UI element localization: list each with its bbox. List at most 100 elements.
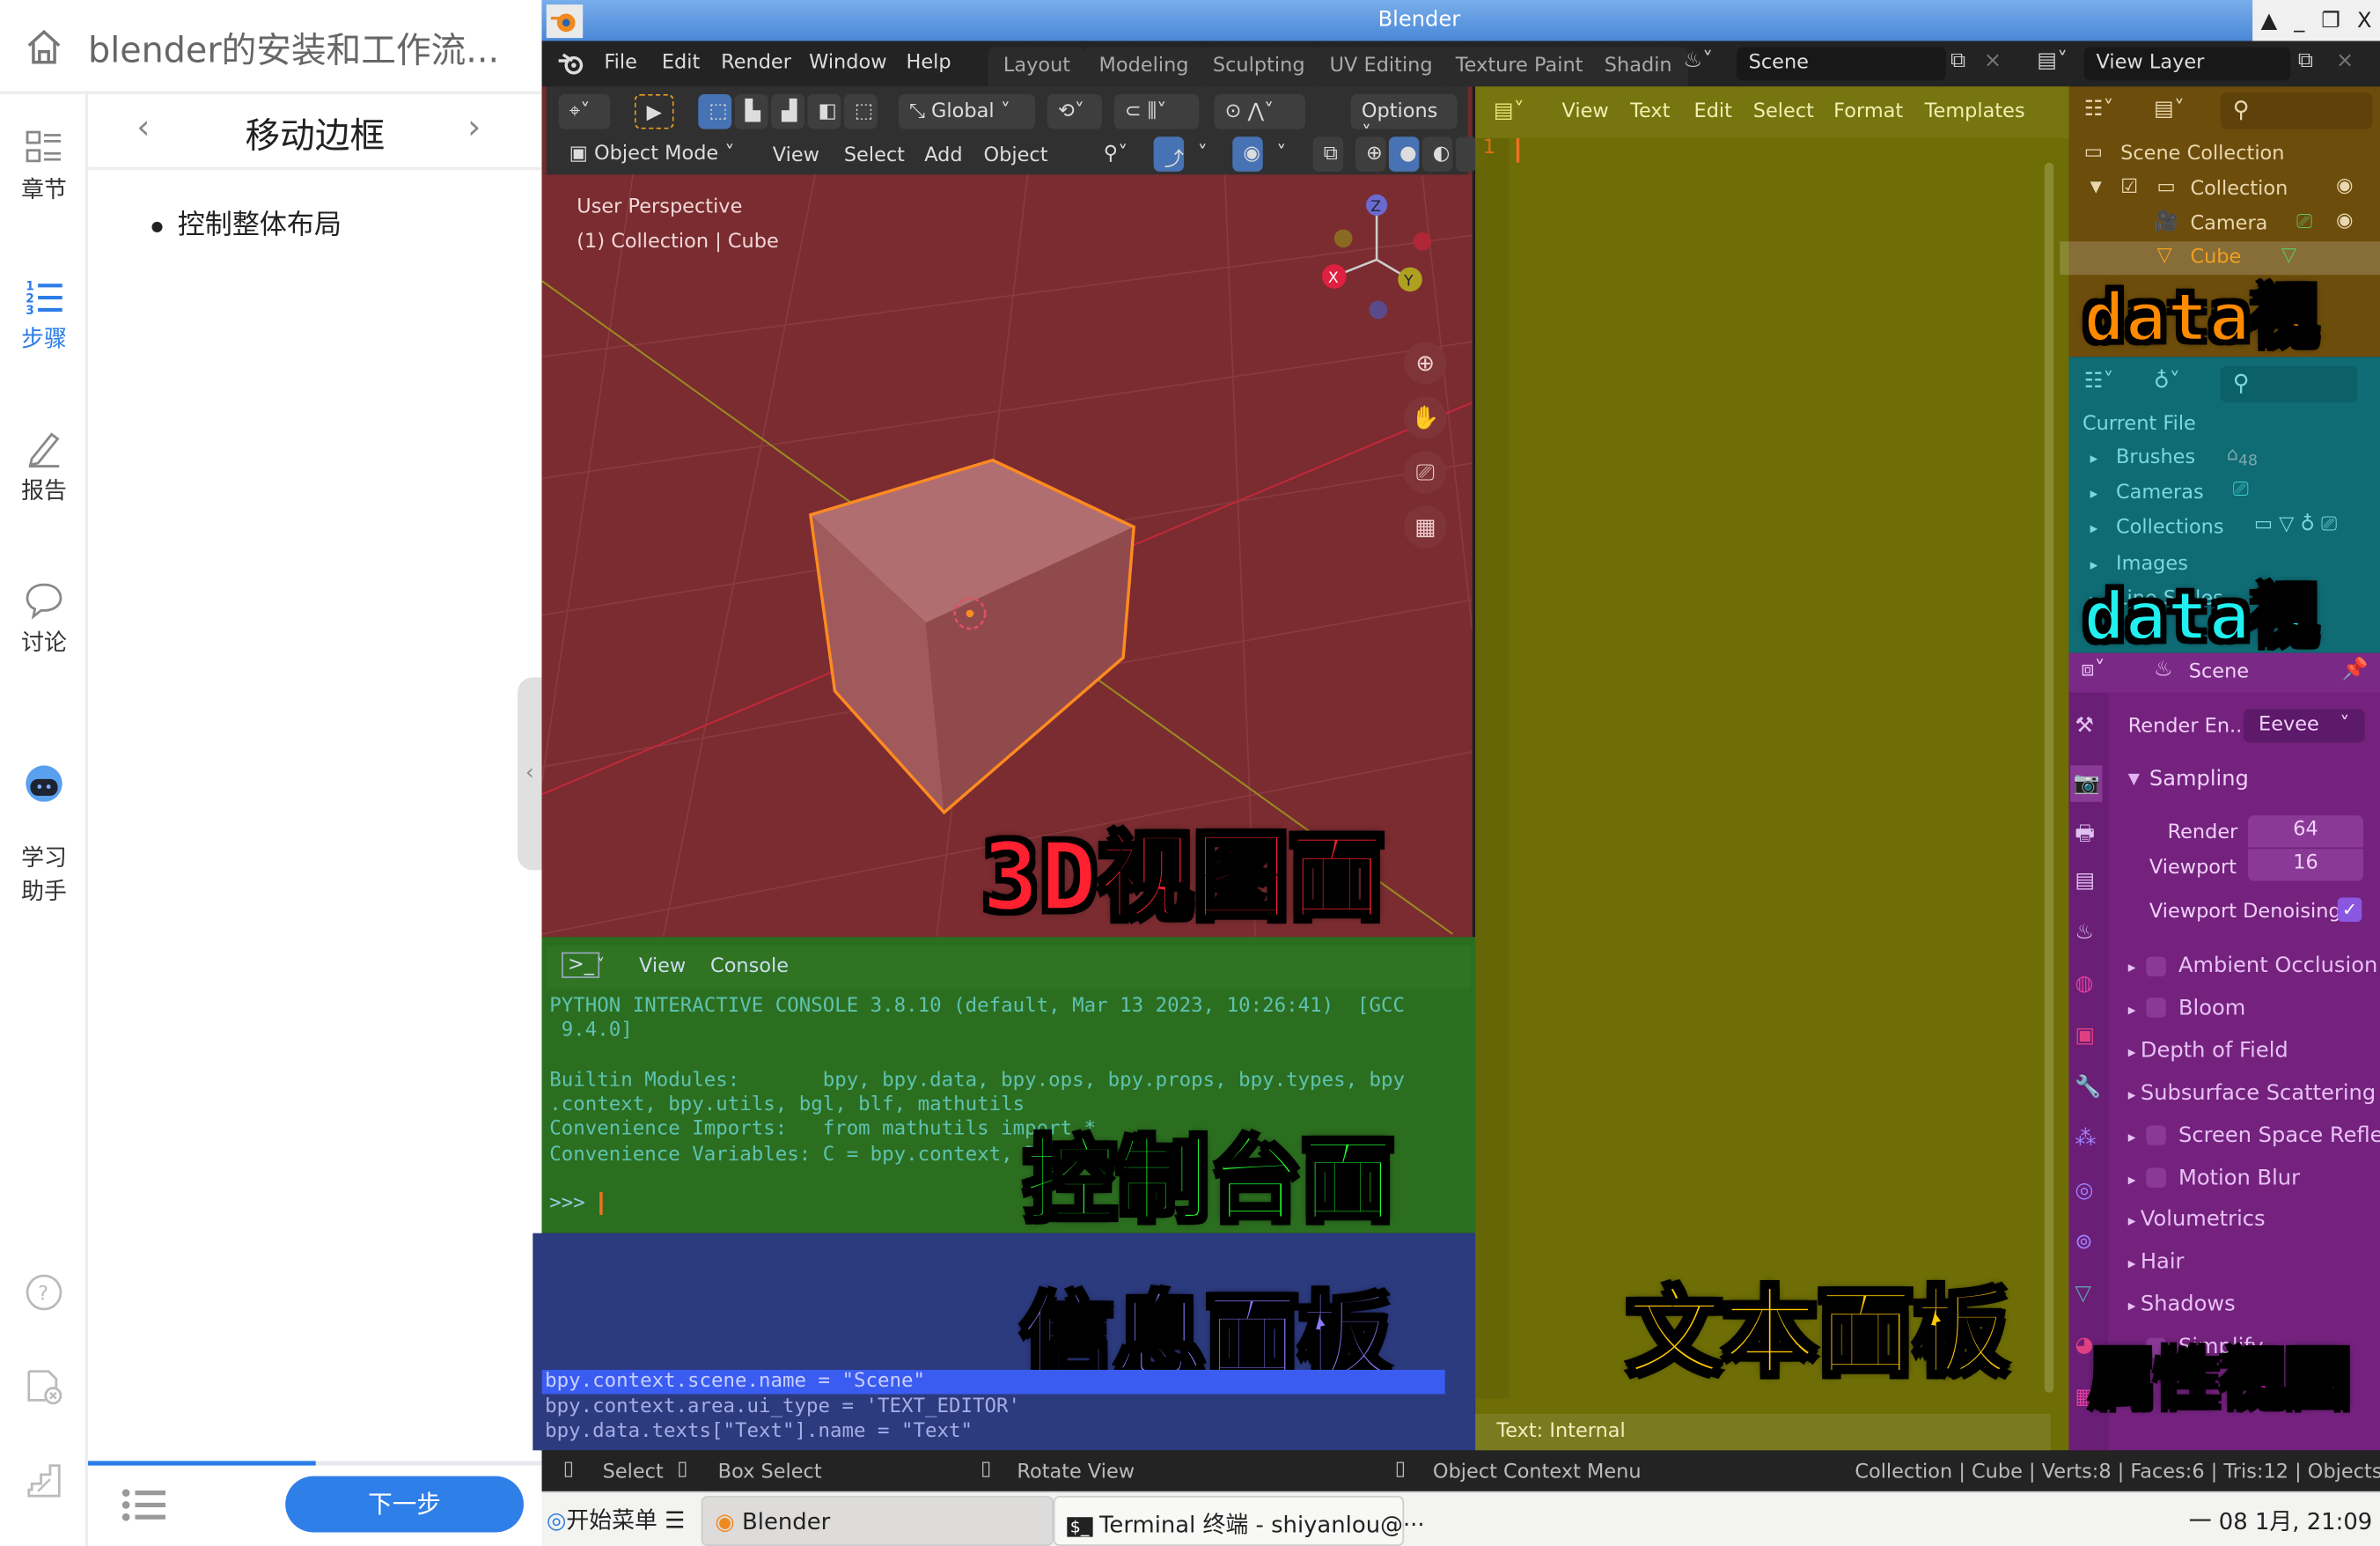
data-icon[interactable]: ▽	[2075, 1282, 2091, 1307]
text-editor[interactable]: ▤˅ View Text Edit Select Format Template…	[1475, 86, 2069, 1451]
pan-view-hand-icon[interactable]: ✋	[1404, 396, 1447, 439]
editor-type-button[interactable]: ⌖˅	[558, 93, 611, 129]
overlay-dropdown[interactable]: ˅	[1266, 136, 1290, 172]
menu-edit[interactable]: Edit	[662, 52, 700, 75]
render-icon[interactable]: 📷	[2070, 765, 2104, 802]
ortho-grid-icon[interactable]: ▦	[1404, 505, 1447, 548]
data-item[interactable]: ▸ Collections	[2090, 517, 2224, 540]
navigation-gizmo[interactable]: Z X Y	[1316, 193, 1437, 329]
object-icon[interactable]: ▣	[2075, 1024, 2095, 1049]
workspace-tab-texture-paint[interactable]: Texture Paint	[1440, 47, 1598, 87]
visibility-dropdown[interactable]: ⚲˅	[1092, 136, 1142, 172]
panel-expand-icon[interactable]: ▸	[2128, 1002, 2141, 1019]
help-icon[interactable]: ?	[25, 1273, 64, 1313]
gizmo-toggle[interactable]: ⤴	[1153, 136, 1184, 172]
new-view-layer-icon[interactable]: ⧉	[2298, 48, 2313, 73]
physics-icon[interactable]: ◎	[2075, 1179, 2093, 1204]
samples-render-field[interactable]: 64	[2247, 815, 2364, 848]
delete-scene-icon[interactable]: ×	[1984, 48, 2002, 73]
console-menu-console[interactable]: Console	[710, 955, 789, 978]
view-layer-icon[interactable]: ▤	[2075, 869, 2095, 894]
panel-expand-icon[interactable]: ▸	[2128, 1172, 2141, 1189]
samples-viewport-field[interactable]: 16	[2247, 849, 2364, 881]
select-mode-extend-button[interactable]: ▙	[734, 93, 768, 129]
sampling-panel-title[interactable]: Sampling	[2149, 767, 2249, 791]
viewport-menu-add[interactable]: Add	[924, 144, 962, 167]
close-button[interactable]: X	[2357, 8, 2372, 33]
shade-window-button[interactable]: ▲	[2261, 8, 2278, 33]
data-item[interactable]: ▸ Cameras	[2090, 482, 2204, 504]
tool-icon[interactable]: ⚒	[2075, 714, 2094, 739]
collapse-panel-handle[interactable]: ‹	[518, 677, 542, 871]
expand-toggle[interactable]: ▼	[2090, 180, 2102, 196]
pin-icon[interactable]: 📌	[2342, 658, 2369, 682]
output-icon[interactable]: 🖶	[2075, 817, 2095, 853]
next-button[interactable]: 下一步	[285, 1476, 524, 1533]
console-editor-dropdown[interactable]: ˅	[597, 955, 605, 975]
shading-material[interactable]: ◐	[1421, 136, 1453, 172]
console-editor-icon[interactable]: >_	[562, 952, 600, 978]
shading-rendered[interactable]	[1455, 136, 1477, 172]
visibility-eye-icon[interactable]: ◉	[2336, 210, 2354, 232]
outliner-display-mode-icon[interactable]: ☷˅	[2084, 97, 2114, 121]
stairs-icon[interactable]	[25, 1461, 64, 1500]
scene-icon[interactable]: ♨	[2075, 920, 2094, 945]
menu-help[interactable]: Help	[907, 52, 951, 75]
data-item[interactable]: ▸ Brushes	[2090, 446, 2196, 469]
select-mode-invert-button[interactable]: ◧	[807, 93, 841, 129]
text-editor-type-icon[interactable]: ▤˅	[1494, 99, 1524, 123]
console-prompt[interactable]: >>>	[549, 1192, 615, 1217]
render-panel[interactable]: ▸ Screen Space Refle	[2128, 1123, 2380, 1148]
panel-enable-checkbox[interactable]	[2146, 1167, 2167, 1188]
select-mode-new-button[interactable]: ⬚	[698, 93, 732, 129]
delete-view-layer-icon[interactable]: ×	[2336, 48, 2354, 73]
outliner-root[interactable]: Scene Collection	[2120, 143, 2284, 166]
menu-file[interactable]: File	[604, 52, 637, 75]
sampling-collapse-toggle[interactable]: ▼	[2128, 771, 2140, 788]
properties-editor-type-icon[interactable]: ⧈˅	[2081, 658, 2105, 682]
panel-enable-checkbox[interactable]	[2146, 955, 2167, 976]
view-layer-field[interactable]: View Layer	[2083, 47, 2291, 81]
viewport-canvas[interactable]: User Perspective (1) Collection | Cube Z…	[541, 174, 1473, 938]
mode-dropdown[interactable]: ▣ Object Mode ˅	[558, 136, 749, 172]
panel-expand-icon[interactable]: ▸	[2128, 960, 2141, 976]
text-menu-edit[interactable]: Edit	[1694, 100, 1732, 123]
viewport-menu-select[interactable]: Select	[844, 144, 905, 167]
text-scrollbar[interactable]	[2044, 162, 2054, 1393]
expand-arrow-icon[interactable]: ▸	[2090, 521, 2098, 538]
rail-item-chapters[interactable]: 章节	[0, 128, 88, 205]
pivot-point-dropdown[interactable]: ⟲˅	[1047, 93, 1102, 129]
blender-file-view[interactable]: ☷˅ ♁˅ ⚲ Current File ▸ Brushes ▸ Cameras ▸ Co…	[2068, 357, 2380, 755]
scene-field[interactable]: Scene	[1736, 47, 1946, 81]
rail-item-assistant[interactable]: 学习 助手	[0, 729, 88, 909]
render-panel[interactable]: ▸ Shadows	[2128, 1292, 2371, 1317]
render-panel[interactable]: ▸ Ambient Occlusion	[2128, 953, 2378, 978]
viewport-menu-object[interactable]: Object	[983, 144, 1047, 167]
blender-file-icon[interactable]: ♁˅	[2154, 369, 2180, 394]
outliner-view-layer-icon[interactable]: ▤˅	[2154, 97, 2185, 121]
render-panel[interactable]: ▸ Depth of Field	[2128, 1039, 2371, 1064]
expand-arrow-icon[interactable]: ▸	[2090, 486, 2098, 503]
info-log-line[interactable]: bpy.context.area.ui_type = 'TEXT_EDITOR'	[542, 1395, 1445, 1419]
info-log-line[interactable]: bpy.data.texts["Text"].name = "Text"	[542, 1420, 1445, 1445]
viewport-3d[interactable]: ⌖˅ ▶ ⬚ ▙ ▟ ◧ ⬚ ⤡ Global ˅ ⟲˅ ⊂ ⫼˅ ⊙ ⋀˅ O…	[541, 86, 1477, 938]
list-icon[interactable]	[121, 1485, 167, 1525]
shading-solid[interactable]: ●	[1388, 136, 1420, 172]
text-menu-select[interactable]: Select	[1753, 100, 1814, 123]
expand-arrow-icon[interactable]: ▸	[2090, 451, 2098, 467]
panel-enable-checkbox[interactable]	[2146, 1125, 2167, 1145]
workspace-tab-layout[interactable]: Layout	[988, 47, 1086, 87]
snap-dropdown[interactable]: ⊂ ⫼˅	[1113, 93, 1200, 129]
constraints-icon[interactable]: ⊚	[2075, 1230, 2092, 1255]
particles-icon[interactable]: ⁂	[2075, 1127, 2096, 1152]
select-tool-button[interactable]: ▶	[634, 93, 674, 129]
properties-editor[interactable]: ⧈˅ ♨ Scene 📌 ⚒ 📷 🖶 ▤ ♨ ◍ ▣ 🔧 ⁂ ◎ ⊚ ▽ ◕ ▦ Render En.. …	[2068, 652, 2380, 1451]
start-menu-button[interactable]: ◎开始菜单 ☰	[547, 1504, 685, 1535]
collection-checkbox[interactable]: ☑	[2120, 176, 2138, 199]
render-engine-dropdown[interactable]: Eevee ˅	[2243, 709, 2365, 743]
display-mode-icon[interactable]: ☷˅	[2084, 369, 2114, 394]
taskbar-item-blender[interactable]: ◉ Blender	[701, 1496, 1054, 1546]
outliner-item-collection[interactable]: Collection	[2190, 178, 2288, 201]
visibility-eye-icon[interactable]: ◉	[2336, 174, 2354, 197]
modifier-icon[interactable]: 🔧	[2075, 1075, 2101, 1100]
